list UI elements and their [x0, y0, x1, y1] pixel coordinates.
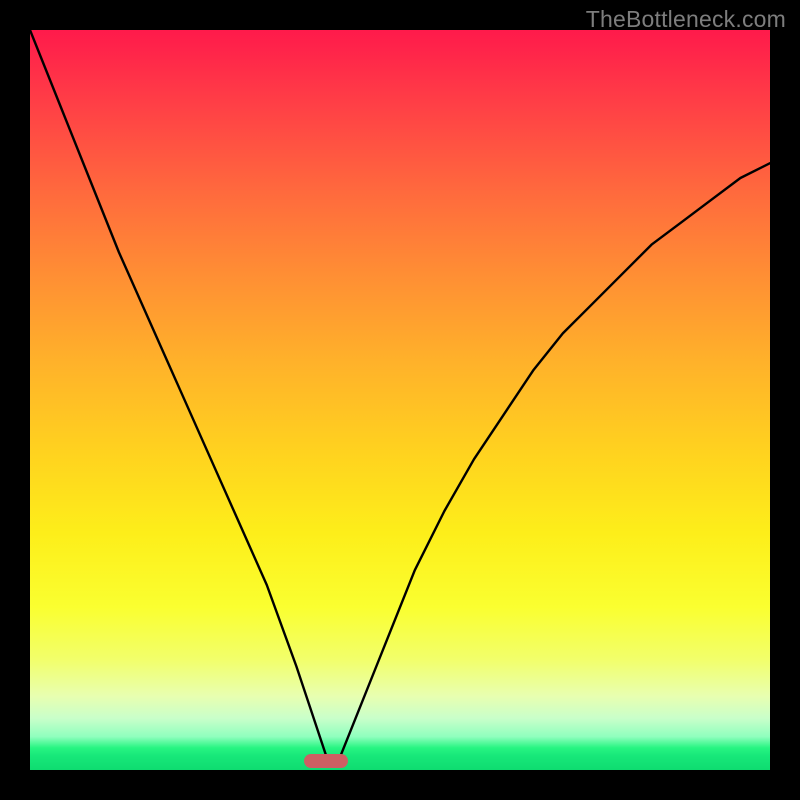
bottleneck-curve — [30, 30, 770, 770]
chart-frame: TheBottleneck.com — [0, 0, 800, 800]
watermark-text: TheBottleneck.com — [586, 6, 786, 33]
optimal-marker — [304, 754, 348, 768]
plot-area — [30, 30, 770, 770]
